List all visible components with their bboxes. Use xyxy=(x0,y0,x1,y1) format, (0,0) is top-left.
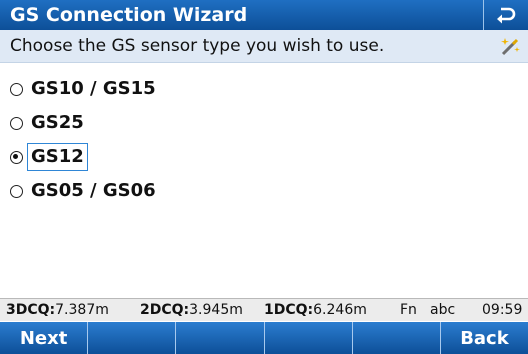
radio-button[interactable] xyxy=(10,82,23,96)
prompt-bar: Choose the GS sensor type you wish to us… xyxy=(0,30,528,63)
dcq2-readout: 2DCQ:3.945m xyxy=(140,299,243,321)
dcq3-readout: 3DCQ:7.387m xyxy=(6,299,109,321)
dcq1-value: 6.246m xyxy=(313,302,367,318)
option-gs25[interactable]: GS25 xyxy=(10,106,160,140)
radio-button[interactable] xyxy=(10,184,23,198)
option-gs12[interactable]: GS12 xyxy=(10,140,160,174)
option-label: GS25 xyxy=(31,112,84,133)
dcq3-value: 7.387m xyxy=(55,302,109,318)
next-button[interactable]: Next xyxy=(0,322,89,354)
option-gs05-gs06[interactable]: GS05 / GS06 xyxy=(10,174,160,208)
softkey-f5[interactable] xyxy=(353,322,441,354)
softkey-bar: Next Back xyxy=(0,322,528,354)
magic-wand-icon xyxy=(498,35,522,57)
dcq2-label: 2DCQ: xyxy=(140,302,190,318)
clock: 09:59 xyxy=(482,302,523,318)
window-title: GS Connection Wizard xyxy=(10,4,248,26)
option-gs10-gs15[interactable]: GS10 / GS15 xyxy=(10,72,160,106)
softkey-f2[interactable] xyxy=(88,322,177,354)
prompt-text: Choose the GS sensor type you wish to us… xyxy=(10,36,385,56)
option-label: GS12 xyxy=(27,143,88,171)
back-button[interactable]: Back xyxy=(441,322,528,354)
dcq1-label: 1DCQ: xyxy=(264,302,314,318)
radio-button[interactable] xyxy=(10,116,23,130)
softkey-f3[interactable] xyxy=(176,322,265,354)
back-arrow-icon[interactable] xyxy=(483,0,528,30)
radio-button-selected[interactable] xyxy=(10,150,23,164)
input-mode-indicator: abc xyxy=(430,302,456,318)
option-label: GS10 / GS15 xyxy=(31,78,156,99)
status-bar: 3DCQ:7.387m 2DCQ:3.945m 1DCQ:6.246m Fn a… xyxy=(0,298,528,321)
title-bar: GS Connection Wizard xyxy=(0,0,528,30)
sensor-type-options: GS10 / GS15 GS25 GS12 GS05 / GS06 xyxy=(10,72,160,208)
dcq2-value: 3.945m xyxy=(189,302,243,318)
dcq3-label: 3DCQ: xyxy=(6,302,56,318)
fn-indicator: Fn xyxy=(400,302,417,318)
softkey-f4[interactable] xyxy=(265,322,353,354)
option-label: GS05 / GS06 xyxy=(31,180,156,201)
dcq1-readout: 1DCQ:6.246m xyxy=(264,299,367,321)
